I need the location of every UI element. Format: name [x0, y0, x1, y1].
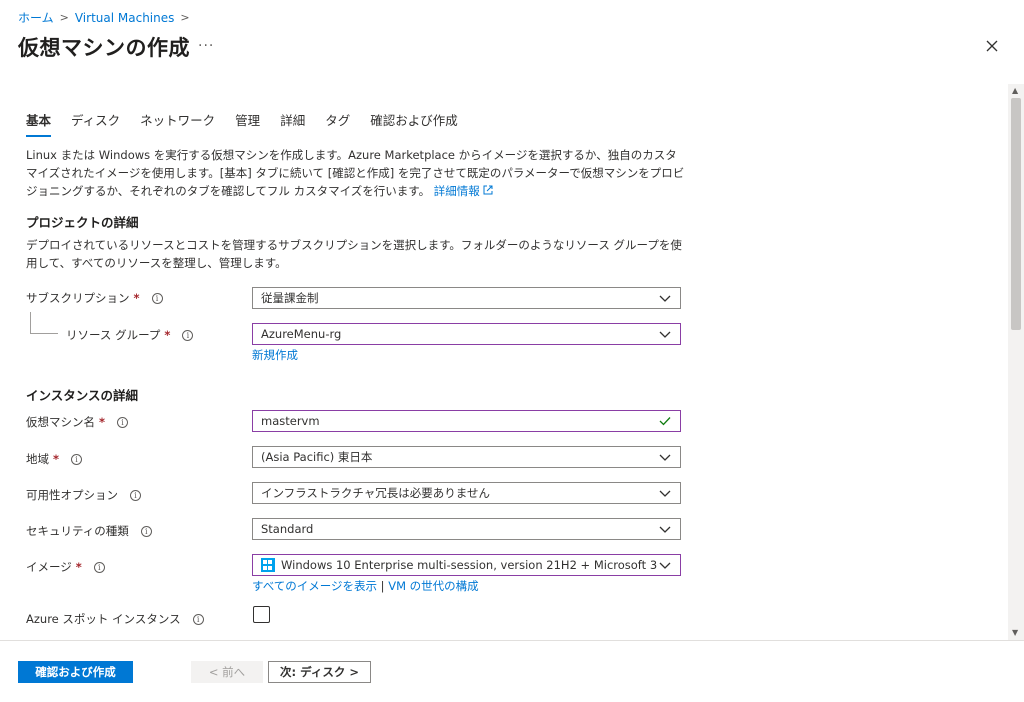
tab-basics[interactable]: 基本 — [26, 110, 52, 137]
tab-tags[interactable]: タグ — [325, 110, 350, 137]
scrollbar-thumb[interactable] — [1011, 98, 1021, 330]
chevron-down-icon — [659, 490, 671, 497]
chevron-down-icon — [659, 454, 671, 461]
intro-description: Linux または Windows を実行する仮想マシンを作成します。Azure… — [26, 146, 686, 200]
info-icon[interactable]: i — [130, 489, 141, 501]
security-type-select[interactable]: Standard — [252, 518, 681, 540]
create-vm-blade: ホーム > Virtual Machines > 仮想マシンの作成 ··· 基本… — [0, 0, 1024, 702]
project-details-heading: プロジェクトの詳細 — [26, 215, 139, 230]
chevron-down-icon — [659, 526, 671, 533]
required-marker: * — [133, 291, 140, 305]
subscription-label: サブスクリプション * i — [26, 290, 163, 306]
link-separator: | — [380, 579, 385, 593]
breadcrumb: ホーム > Virtual Machines > — [18, 9, 190, 26]
availability-label: 可用性オプション i — [26, 487, 141, 503]
see-all-images-link[interactable]: すべてのイメージを表示 — [252, 579, 377, 593]
intro-text: Linux または Windows を実行する仮想マシンを作成します。Azure… — [26, 148, 685, 198]
more-options-icon[interactable]: ··· — [198, 38, 214, 54]
required-marker: * — [164, 328, 171, 342]
tab-disks[interactable]: ディスク — [71, 110, 120, 137]
scroll-up-icon[interactable]: ▲ — [1012, 86, 1018, 95]
previous-button[interactable]: < 前へ — [191, 661, 263, 683]
configure-vm-generation-link[interactable]: VM の世代の構成 — [388, 579, 478, 593]
image-label: イメージ * i — [26, 559, 105, 575]
tab-review-create[interactable]: 確認および作成 — [370, 110, 458, 137]
breadcrumb-home[interactable]: ホーム — [18, 9, 54, 26]
info-icon[interactable]: i — [140, 525, 152, 537]
info-icon[interactable]: i — [117, 416, 129, 428]
chevron-down-icon — [659, 295, 671, 302]
chevron-down-icon — [659, 562, 671, 569]
form-scroll-area: 基本 ディスク ネットワーク 管理 詳細 タグ 確認および作成 Linux また… — [0, 84, 1008, 640]
info-icon[interactable]: i — [93, 561, 105, 573]
required-marker: * — [99, 415, 106, 429]
vm-name-input[interactable]: mastervm — [252, 410, 681, 432]
review-create-button[interactable]: 確認および作成 — [18, 661, 133, 683]
chevron-right-icon: > — [180, 11, 190, 24]
learn-more-link[interactable]: 詳細情報 — [434, 184, 494, 198]
security-type-label: セキュリティの種類 i — [26, 523, 152, 539]
create-new-resource-group-link[interactable]: 新規作成 — [252, 347, 298, 363]
tab-bar: 基本 ディスク ネットワーク 管理 詳細 タグ 確認および作成 — [26, 110, 478, 137]
availability-select[interactable]: インフラストラクチャ冗長は必要ありません — [252, 482, 681, 504]
next-disks-button[interactable]: 次: ディスク > — [268, 661, 371, 683]
windows-icon — [261, 558, 275, 572]
scroll-down-icon[interactable]: ▼ — [1012, 628, 1018, 637]
instance-details-heading: インスタンスの詳細 — [26, 388, 139, 403]
spot-instance-label: Azure スポット インスタンス i — [26, 611, 204, 627]
project-description: デプロイされているリソースとコストを管理するサブスクリプションを選択します。フォ… — [26, 238, 682, 270]
external-link-icon — [483, 185, 493, 195]
tab-networking[interactable]: ネットワーク — [140, 110, 215, 137]
tab-management[interactable]: 管理 — [235, 110, 260, 137]
region-select[interactable]: (Asia Pacific) 東日本 — [252, 446, 681, 468]
region-label: 地域 * i — [26, 451, 83, 467]
spot-instance-checkbox[interactable] — [253, 606, 270, 623]
footer-bar: 確認および作成 < 前へ 次: ディスク > — [0, 640, 1024, 702]
info-icon[interactable]: i — [192, 613, 204, 625]
resource-group-label: リソース グループ * i — [66, 327, 194, 343]
vertical-scrollbar[interactable]: ▲ ▼ — [1008, 84, 1024, 640]
close-icon[interactable] — [982, 36, 1002, 56]
tab-advanced[interactable]: 詳細 — [280, 110, 305, 137]
page-title: 仮想マシンの作成 — [18, 36, 190, 60]
subscription-select[interactable]: 従量課金制 — [252, 287, 681, 309]
image-links: すべてのイメージを表示 | VM の世代の構成 — [252, 578, 479, 594]
chevron-down-icon — [659, 331, 671, 338]
tree-connector — [30, 312, 58, 334]
checkmark-icon — [659, 417, 671, 426]
required-marker: * — [75, 560, 82, 574]
required-marker: * — [53, 452, 60, 466]
chevron-right-icon: > — [59, 11, 69, 24]
resource-group-select[interactable]: AzureMenu-rg — [252, 323, 681, 345]
breadcrumb-virtual-machines[interactable]: Virtual Machines — [75, 11, 175, 25]
info-icon[interactable]: i — [71, 453, 83, 465]
image-select[interactable]: Windows 10 Enterprise multi-session, ver… — [252, 554, 681, 576]
vm-name-label: 仮想マシン名 * i — [26, 414, 129, 430]
info-icon[interactable]: i — [182, 329, 194, 341]
info-icon[interactable]: i — [151, 292, 163, 304]
